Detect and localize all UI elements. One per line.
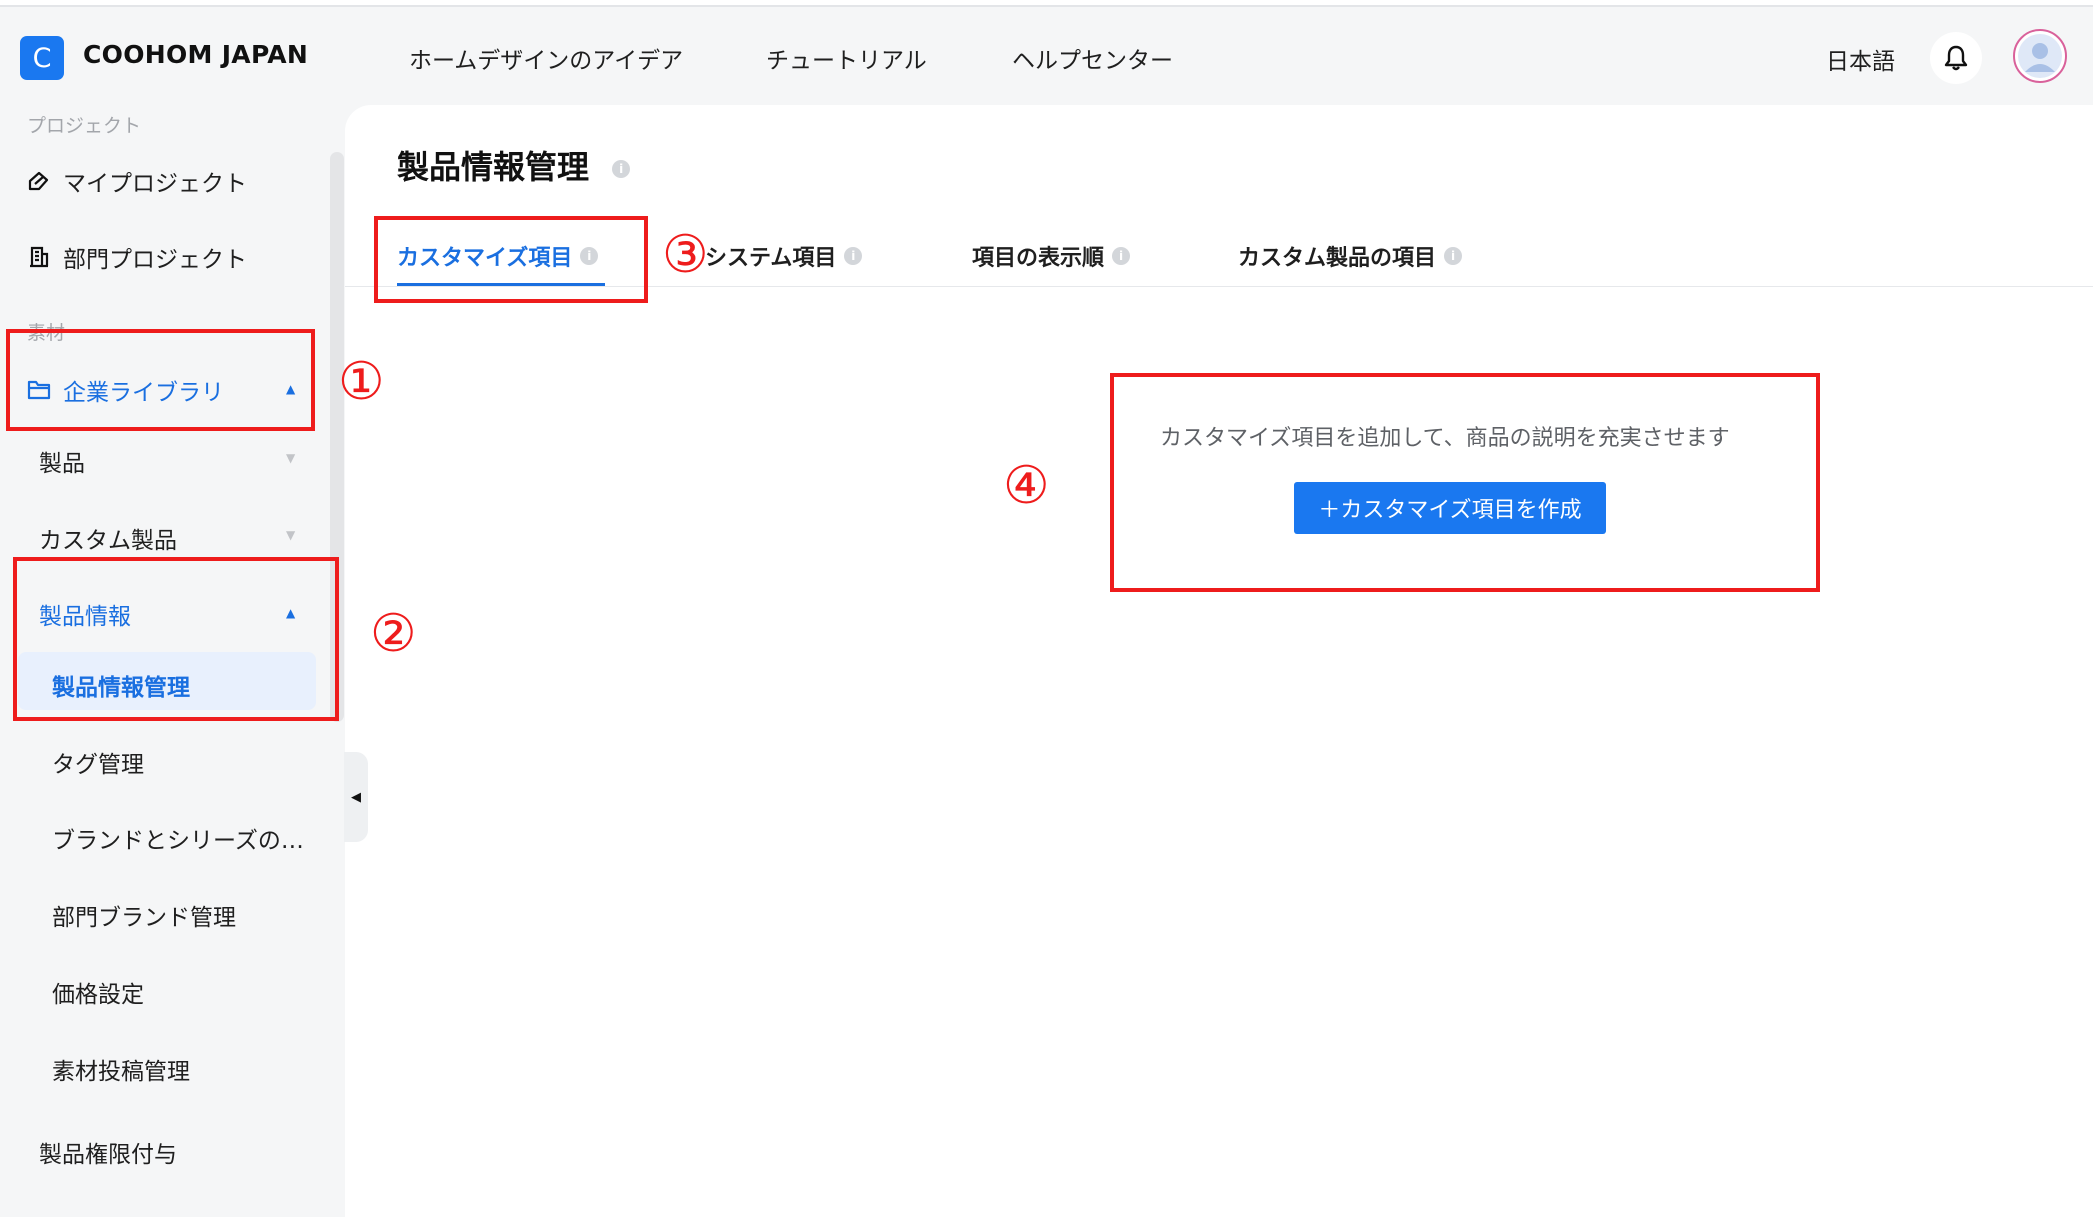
sidebar-item-material-submission[interactable]: 素材投稿管理 (52, 1052, 190, 1086)
user-avatar[interactable] (2013, 29, 2067, 83)
sidebar-item-my-project[interactable]: マイプロジェクト (25, 164, 247, 198)
tab-system-fields[interactable]: システム項目 i (705, 240, 863, 272)
sidebar-item-label: 素材投稿管理 (52, 1059, 190, 1085)
sidebar-item-price-settings[interactable]: 価格設定 (52, 975, 144, 1009)
annotation-box-3 (374, 216, 648, 303)
sidebar-item-brand-series[interactable]: ブランドとシリーズの… (52, 821, 304, 855)
annotation-marker-1: ① (338, 352, 385, 412)
top-border (0, 0, 2093, 7)
chevron-down-icon[interactable]: ▼ (286, 451, 295, 465)
annotation-marker-3: ③ (662, 225, 709, 285)
nav-tutorial[interactable]: チュートリアル (766, 41, 927, 75)
sidebar-item-label: マイプロジェクト (63, 171, 247, 197)
sidebar-item-label: ブランドとシリーズの… (52, 828, 304, 854)
annotation-marker-4: ④ (1003, 456, 1050, 516)
info-icon[interactable]: i (844, 247, 863, 265)
sidebar-item-dept-brand-management[interactable]: 部門ブランド管理 (52, 898, 236, 932)
sidebar-collapse-button[interactable]: ◀ (344, 752, 368, 842)
annotation-marker-2: ② (370, 604, 417, 664)
sidebar-item-tag-management[interactable]: タグ管理 (52, 745, 144, 779)
nav-home-design-ideas[interactable]: ホームデザインのアイデア (409, 41, 683, 75)
tab-label: 項目の表示順 (972, 246, 1105, 271)
tab-label: カスタム製品の項目 (1238, 246, 1437, 271)
sidebar-item-label: 価格設定 (52, 982, 144, 1008)
page-title-text: 製品情報管理 (397, 148, 590, 186)
sidebar-item-custom-products[interactable]: カスタム製品 (39, 521, 177, 555)
language-selector[interactable]: 日本語 (1826, 42, 1895, 76)
brand-name[interactable]: COOHOM JAPAN (83, 40, 308, 69)
info-icon[interactable]: i (1112, 247, 1131, 265)
sidebar-section-project: プロジェクト (27, 115, 142, 137)
sidebar-item-label: カスタム製品 (39, 528, 177, 554)
page-title: 製品情報管理 i (397, 142, 631, 188)
sidebar-item-product-permissions[interactable]: 製品権限付与 (39, 1135, 177, 1169)
nav-help-center[interactable]: ヘルプセンター (1012, 41, 1173, 75)
info-icon[interactable]: i (1444, 247, 1463, 265)
tab-label: システム項目 (705, 246, 837, 271)
app-window: C COOHOM JAPAN ホームデザインのアイデア チュートリアル ヘルプセ… (0, 0, 2093, 1217)
building-icon (25, 243, 53, 271)
collapse-arrow-icon: ◀ (351, 789, 361, 805)
tab-field-display-order[interactable]: 項目の表示順 i (972, 240, 1131, 272)
logo-icon[interactable]: C (20, 36, 64, 80)
sidebar-item-label: 製品権限付与 (39, 1142, 177, 1168)
bell-icon (1944, 45, 1968, 71)
sidebar-item-label: タグ管理 (52, 752, 144, 778)
sidebar-item-dept-project[interactable]: 部門プロジェクト (25, 240, 247, 274)
tab-custom-product-fields[interactable]: カスタム製品の項目 i (1238, 240, 1463, 272)
sidebar-item-label: 部門ブランド管理 (52, 905, 236, 931)
annotation-box-2 (13, 557, 339, 721)
user-avatar-icon (2018, 34, 2062, 78)
annotation-box-4 (1110, 373, 1820, 592)
project-pen-icon (25, 167, 53, 195)
chevron-down-icon[interactable]: ▼ (286, 528, 295, 542)
sidebar-item-label: 製品 (39, 451, 85, 477)
sidebar-item-products[interactable]: 製品 (39, 444, 85, 478)
sidebar-item-label: 部門プロジェクト (63, 247, 247, 273)
notification-button[interactable] (1930, 32, 1982, 84)
info-icon[interactable]: i (612, 160, 631, 178)
annotation-box-1 (6, 329, 315, 431)
